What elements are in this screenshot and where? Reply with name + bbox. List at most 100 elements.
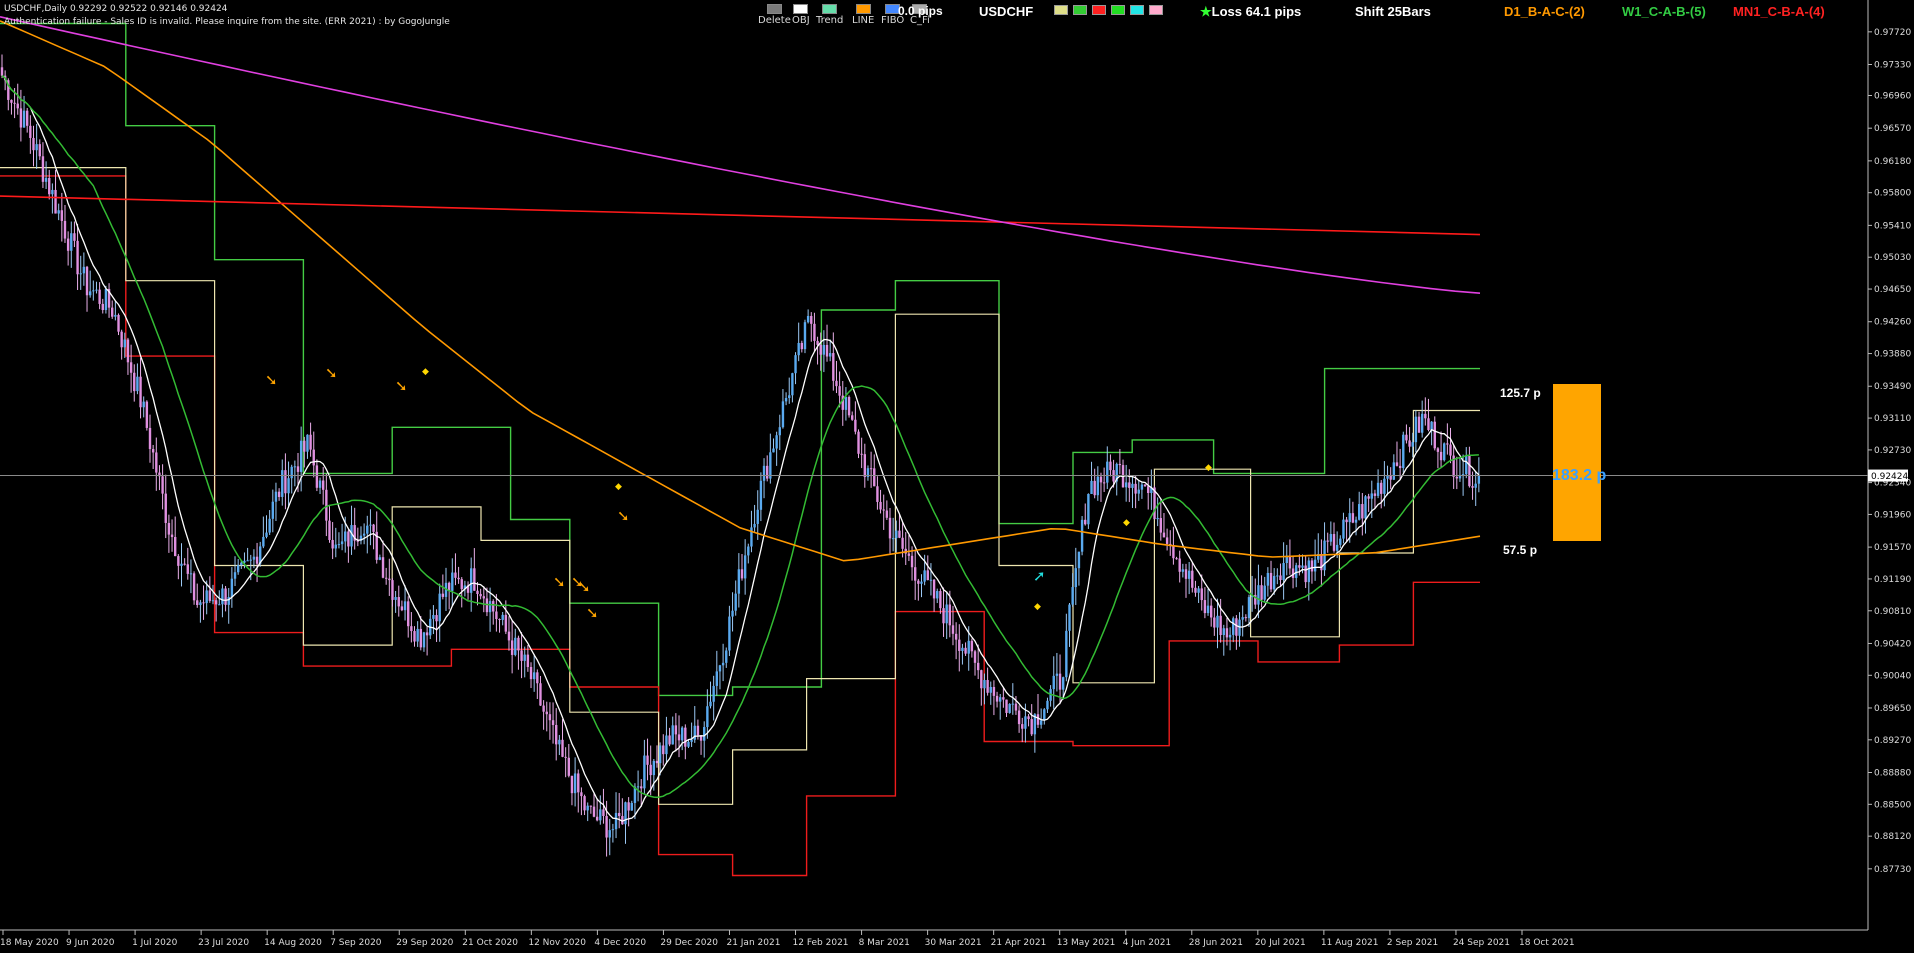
candle-body <box>1216 615 1219 628</box>
candle-body <box>1405 434 1408 441</box>
candle-body <box>95 289 98 291</box>
candle-body <box>536 672 539 684</box>
candle-body <box>1342 519 1345 539</box>
color-swatch[interactable] <box>1054 5 1068 15</box>
color-swatch[interactable] <box>1092 5 1106 15</box>
candle-body <box>671 725 674 745</box>
candle-body <box>1272 575 1276 590</box>
candle-body <box>183 563 186 565</box>
candle-body <box>41 156 45 182</box>
candle-body <box>1477 475 1481 484</box>
candle-body <box>674 725 678 735</box>
candle-body <box>728 616 731 651</box>
candle-body <box>422 632 426 648</box>
candle-body <box>1348 513 1351 523</box>
candle-body <box>1200 588 1203 601</box>
candle-body <box>696 725 700 736</box>
loss-readout: ★Loss 64.1 pips <box>1200 4 1301 20</box>
candle-body <box>425 632 429 636</box>
candle-body <box>986 680 989 693</box>
candle-body <box>142 401 145 408</box>
color-swatch[interactable] <box>1130 5 1144 15</box>
candle-body <box>192 573 196 601</box>
candle-body <box>476 590 479 594</box>
candle-body <box>1411 442 1414 447</box>
color-swatch[interactable] <box>1111 5 1125 15</box>
candle-body <box>677 734 681 741</box>
x-tick-label: 23 Jul 2020 <box>198 938 249 948</box>
y-tick-label: 0.97330 <box>1874 61 1911 71</box>
candle-body <box>1036 714 1040 725</box>
candle-body <box>88 291 92 296</box>
shift-button[interactable]: Shift 25Bars <box>1355 4 1431 19</box>
auth-error-message: Authentication failure - Sales ID is inv… <box>4 17 450 27</box>
candle-body <box>507 631 511 641</box>
candle-body <box>362 533 366 536</box>
candle-body <box>652 760 656 776</box>
candle-body <box>624 802 627 825</box>
tool-delete[interactable]: Delete <box>758 4 791 26</box>
candle-body <box>743 555 747 579</box>
x-tick-label: 30 Mar 2021 <box>925 938 982 948</box>
candle-body <box>1398 465 1402 469</box>
x-tick-label: 1 Jul 2020 <box>132 938 177 948</box>
x-tick-label: 29 Dec 2020 <box>660 938 718 948</box>
candle-body <box>772 448 775 453</box>
candle-body <box>1002 697 1005 700</box>
candle-body <box>655 760 659 764</box>
candle-body <box>520 650 523 661</box>
candle-body <box>929 579 933 581</box>
candle-body <box>1266 572 1270 586</box>
candle-body <box>936 591 939 599</box>
candle-body <box>690 739 693 742</box>
candle-body <box>1465 455 1468 475</box>
candle-body <box>1439 451 1443 461</box>
candle-body <box>1147 486 1150 494</box>
candle-body <box>435 615 438 622</box>
candle-body <box>873 468 876 487</box>
candle-body <box>246 560 249 562</box>
tool-label: Delete <box>758 15 791 26</box>
candle-body <box>306 434 309 452</box>
tool-trend[interactable]: Trend <box>816 4 843 26</box>
candle-body <box>532 672 536 680</box>
candle-body <box>803 322 807 350</box>
candle-body <box>602 809 605 816</box>
candle-body <box>214 600 218 605</box>
candle-body <box>898 530 901 538</box>
tool-label: LINE <box>852 15 875 26</box>
candle-body <box>983 680 986 689</box>
candle-body <box>976 662 980 671</box>
candle-body <box>529 667 533 680</box>
candle-body <box>885 510 889 518</box>
candle-body <box>224 588 227 605</box>
candle-body <box>177 556 180 566</box>
candle-body <box>1238 619 1241 636</box>
price-chart[interactable]: ➘ ➘➘➘➘ ➘➘➘◆◆◆◆◆➚ 0.977200.973300.969600.96… <box>0 0 1914 953</box>
candle-body <box>117 314 120 332</box>
orange-down-arrow: ➘ <box>578 578 591 596</box>
candle-body <box>1380 482 1383 494</box>
candle-body <box>1402 434 1405 469</box>
candle-body <box>1109 461 1112 471</box>
candle-body <box>98 289 101 304</box>
candle-body <box>514 637 517 655</box>
candle-body <box>63 220 67 239</box>
upper-range-label: 125.7 p <box>1500 386 1541 400</box>
candle-body <box>825 344 829 357</box>
candle-body <box>1313 559 1317 572</box>
candle-body <box>595 816 599 821</box>
candle-body <box>400 606 404 611</box>
candle-body <box>1128 482 1131 488</box>
candle-body <box>1433 421 1436 449</box>
candle-body <box>970 640 974 652</box>
candle-body <box>592 806 596 817</box>
color-swatch[interactable] <box>1073 5 1087 15</box>
color-swatch[interactable] <box>1149 5 1163 15</box>
tool-line[interactable]: LINE <box>852 4 874 26</box>
candle-body <box>340 541 344 545</box>
tool-obj[interactable]: OBJ <box>792 4 810 26</box>
candle-body <box>199 602 202 605</box>
candle-body <box>403 601 407 611</box>
candle-body <box>318 480 322 488</box>
